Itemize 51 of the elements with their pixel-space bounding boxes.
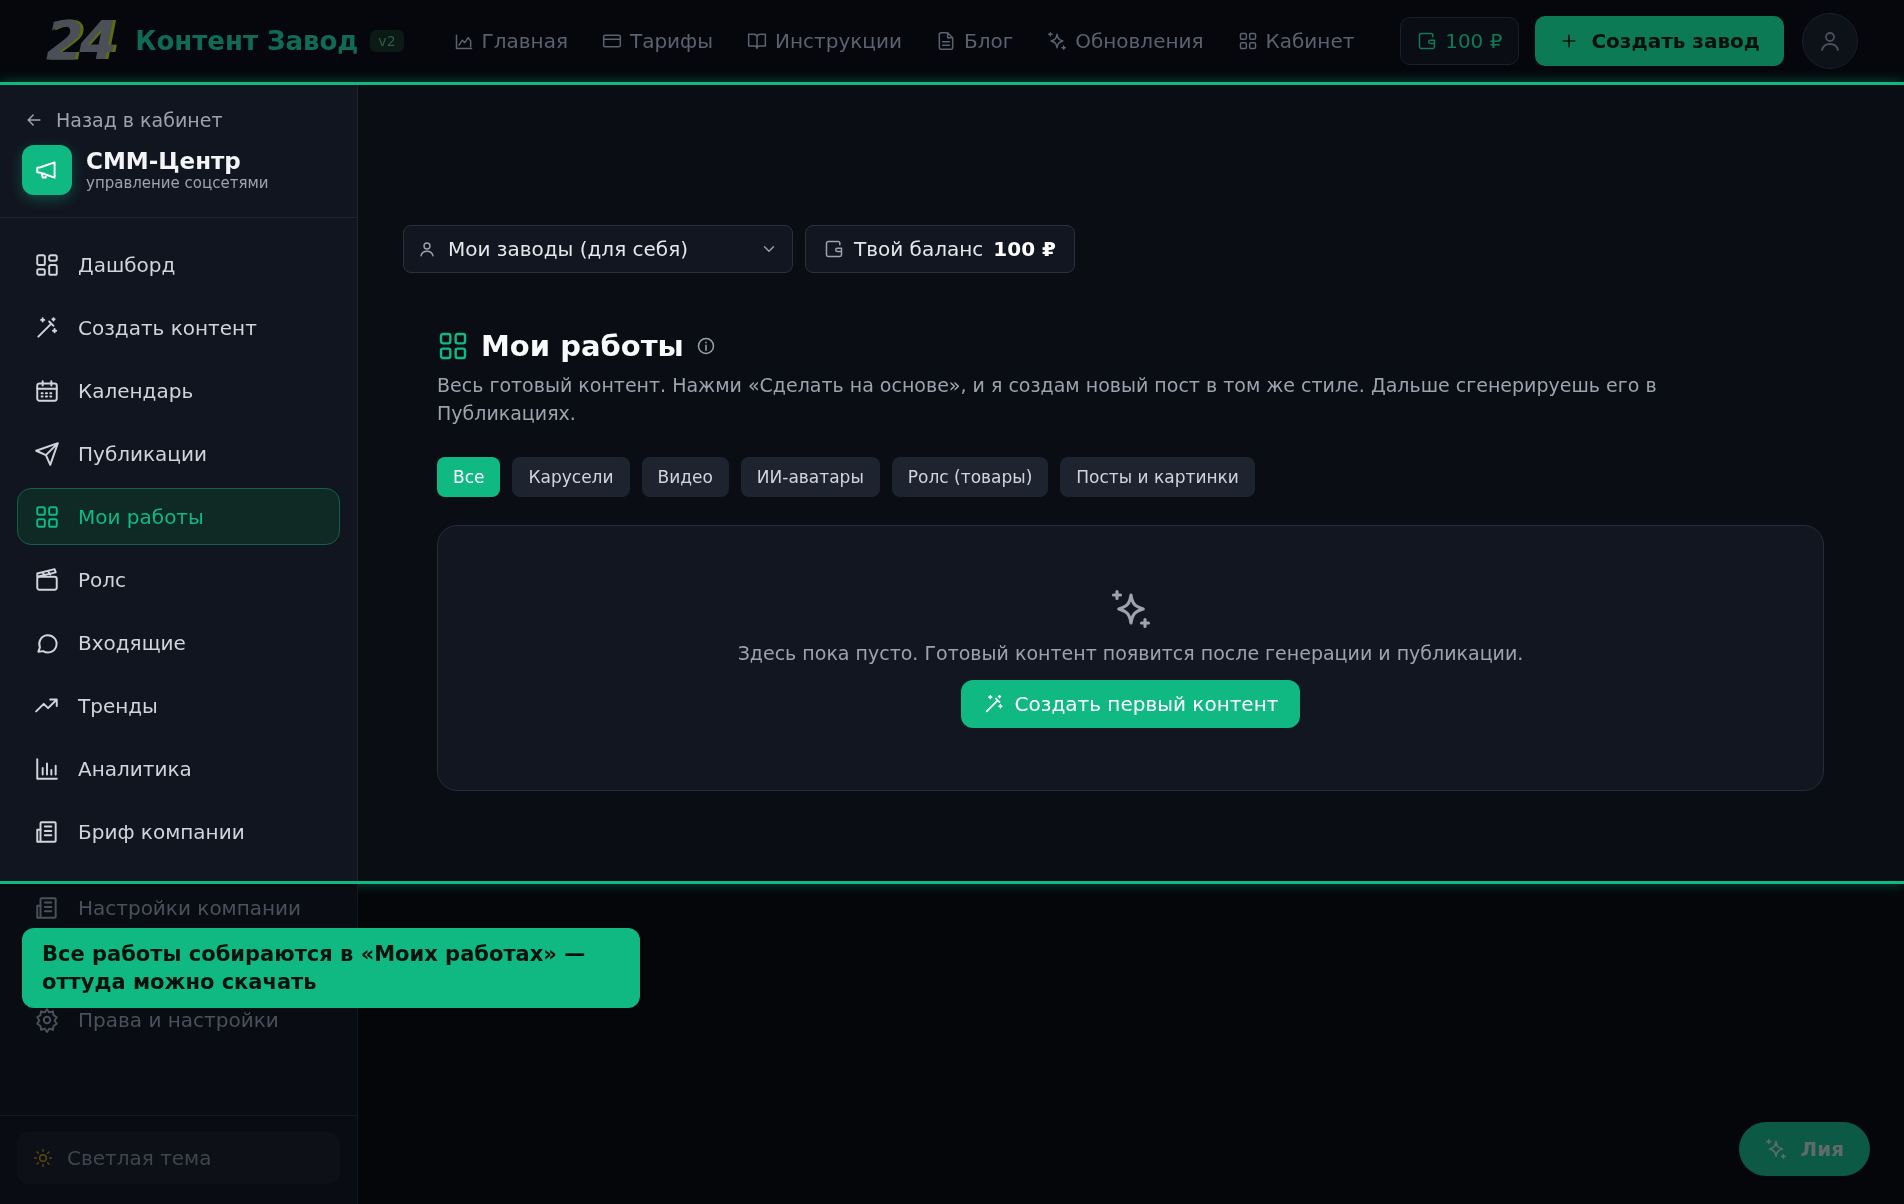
sidebar-item[interactable]: Дашборд xyxy=(17,236,340,293)
create-factory-button[interactable]: Создать завод xyxy=(1535,16,1784,66)
sidebar-item[interactable]: Тренды xyxy=(17,677,340,734)
credit-card-icon xyxy=(601,31,622,51)
sparkle-icon xyxy=(1764,1138,1787,1160)
sparkle-icon xyxy=(1109,588,1152,630)
filter-tab[interactable]: Карусели xyxy=(512,457,630,497)
brand-name: Контент Завод xyxy=(135,26,359,56)
sparkle-icon xyxy=(1047,31,1068,51)
grid-icon xyxy=(34,503,60,530)
wallet-icon xyxy=(824,239,844,259)
app-subtitle: управление соцсетями xyxy=(86,174,269,192)
tour-tooltip: Все работы собираются в «Моих работах» — оттуда можно скачать xyxy=(22,928,640,1008)
filter-tab[interactable]: Посты и картинки xyxy=(1060,457,1255,497)
paper-plane-icon xyxy=(34,440,60,467)
info-icon xyxy=(695,336,716,356)
filter-tab[interactable]: Видео xyxy=(641,457,729,497)
back-link[interactable]: Назад в кабинет xyxy=(24,109,357,131)
clapperboard-icon xyxy=(34,566,60,593)
profile-button[interactable] xyxy=(1802,13,1858,69)
sidebar-item[interactable]: Календарь xyxy=(17,362,340,419)
sidebar-item[interactable]: Мои работы xyxy=(17,488,340,545)
sun-icon xyxy=(33,1148,53,1168)
filter-tab[interactable]: Ролс (товары) xyxy=(891,457,1049,497)
section-title: Мои работы xyxy=(481,329,684,363)
calendar-icon xyxy=(34,377,60,404)
balance-field: Твой баланс 100 ₽ xyxy=(805,225,1075,273)
balance-badge[interactable]: 100 ₽ xyxy=(1400,17,1520,65)
user-icon xyxy=(1818,29,1842,53)
section-description: Весь готовый контент. Нажми «Сделать на основе», и я создам новый пост в том же стиле. Дальше сгенерируешь его в Публикациях. xyxy=(437,373,1658,426)
sidebar-item[interactable]: Создать контент xyxy=(17,299,340,356)
bar-chart-icon xyxy=(34,755,60,782)
app-name: СММ-Центр xyxy=(86,148,242,174)
magic-wand-icon xyxy=(34,314,60,341)
sidebar-item[interactable]: Бриф компании xyxy=(17,803,340,860)
factory-dropdown[interactable]: Мои заводы (для себя) xyxy=(403,225,793,273)
user-icon xyxy=(418,240,436,258)
filter-tab[interactable]: ИИ-аватары xyxy=(740,457,880,497)
sidebar-item[interactable]: Входящие xyxy=(17,614,340,671)
settings-icon xyxy=(34,1007,60,1033)
sidebar-item[interactable]: Публикации xyxy=(17,425,340,482)
sidebar-item[interactable]: Аналитика xyxy=(17,740,340,797)
empty-message: Здесь пока пусто. Готовый контент появится после генерации и публикации. xyxy=(737,642,1524,664)
book-icon xyxy=(747,31,767,51)
wallet-icon xyxy=(1417,31,1438,51)
chart-icon xyxy=(453,31,474,51)
version-badge: v2 xyxy=(370,30,404,52)
sidebar-item[interactable]: Ролс xyxy=(17,551,340,608)
dashboard-icon xyxy=(34,251,60,278)
grid-icon xyxy=(1237,31,1258,51)
grid-icon xyxy=(437,330,469,362)
